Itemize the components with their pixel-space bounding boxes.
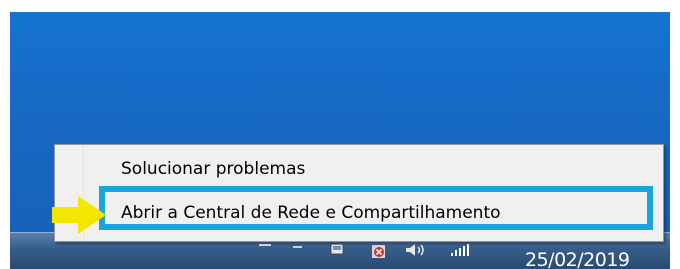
display-icon[interactable] xyxy=(330,243,344,257)
chevron-icon[interactable] xyxy=(291,241,305,255)
pointer-arrow-icon xyxy=(52,196,106,234)
highlight-box xyxy=(99,186,653,230)
signal-icon[interactable] xyxy=(450,243,470,257)
flag-icon[interactable] xyxy=(258,241,272,255)
screenshot-frame: 25/02/2019 Solucionar problemas Abrir a … xyxy=(0,0,680,269)
taskbar-clock-date[interactable]: 25/02/2019 xyxy=(525,249,630,269)
menu-item-troubleshoot[interactable]: Solucionar problemas xyxy=(121,159,305,179)
volume-icon[interactable] xyxy=(405,243,427,257)
network-error-icon[interactable] xyxy=(372,245,386,259)
